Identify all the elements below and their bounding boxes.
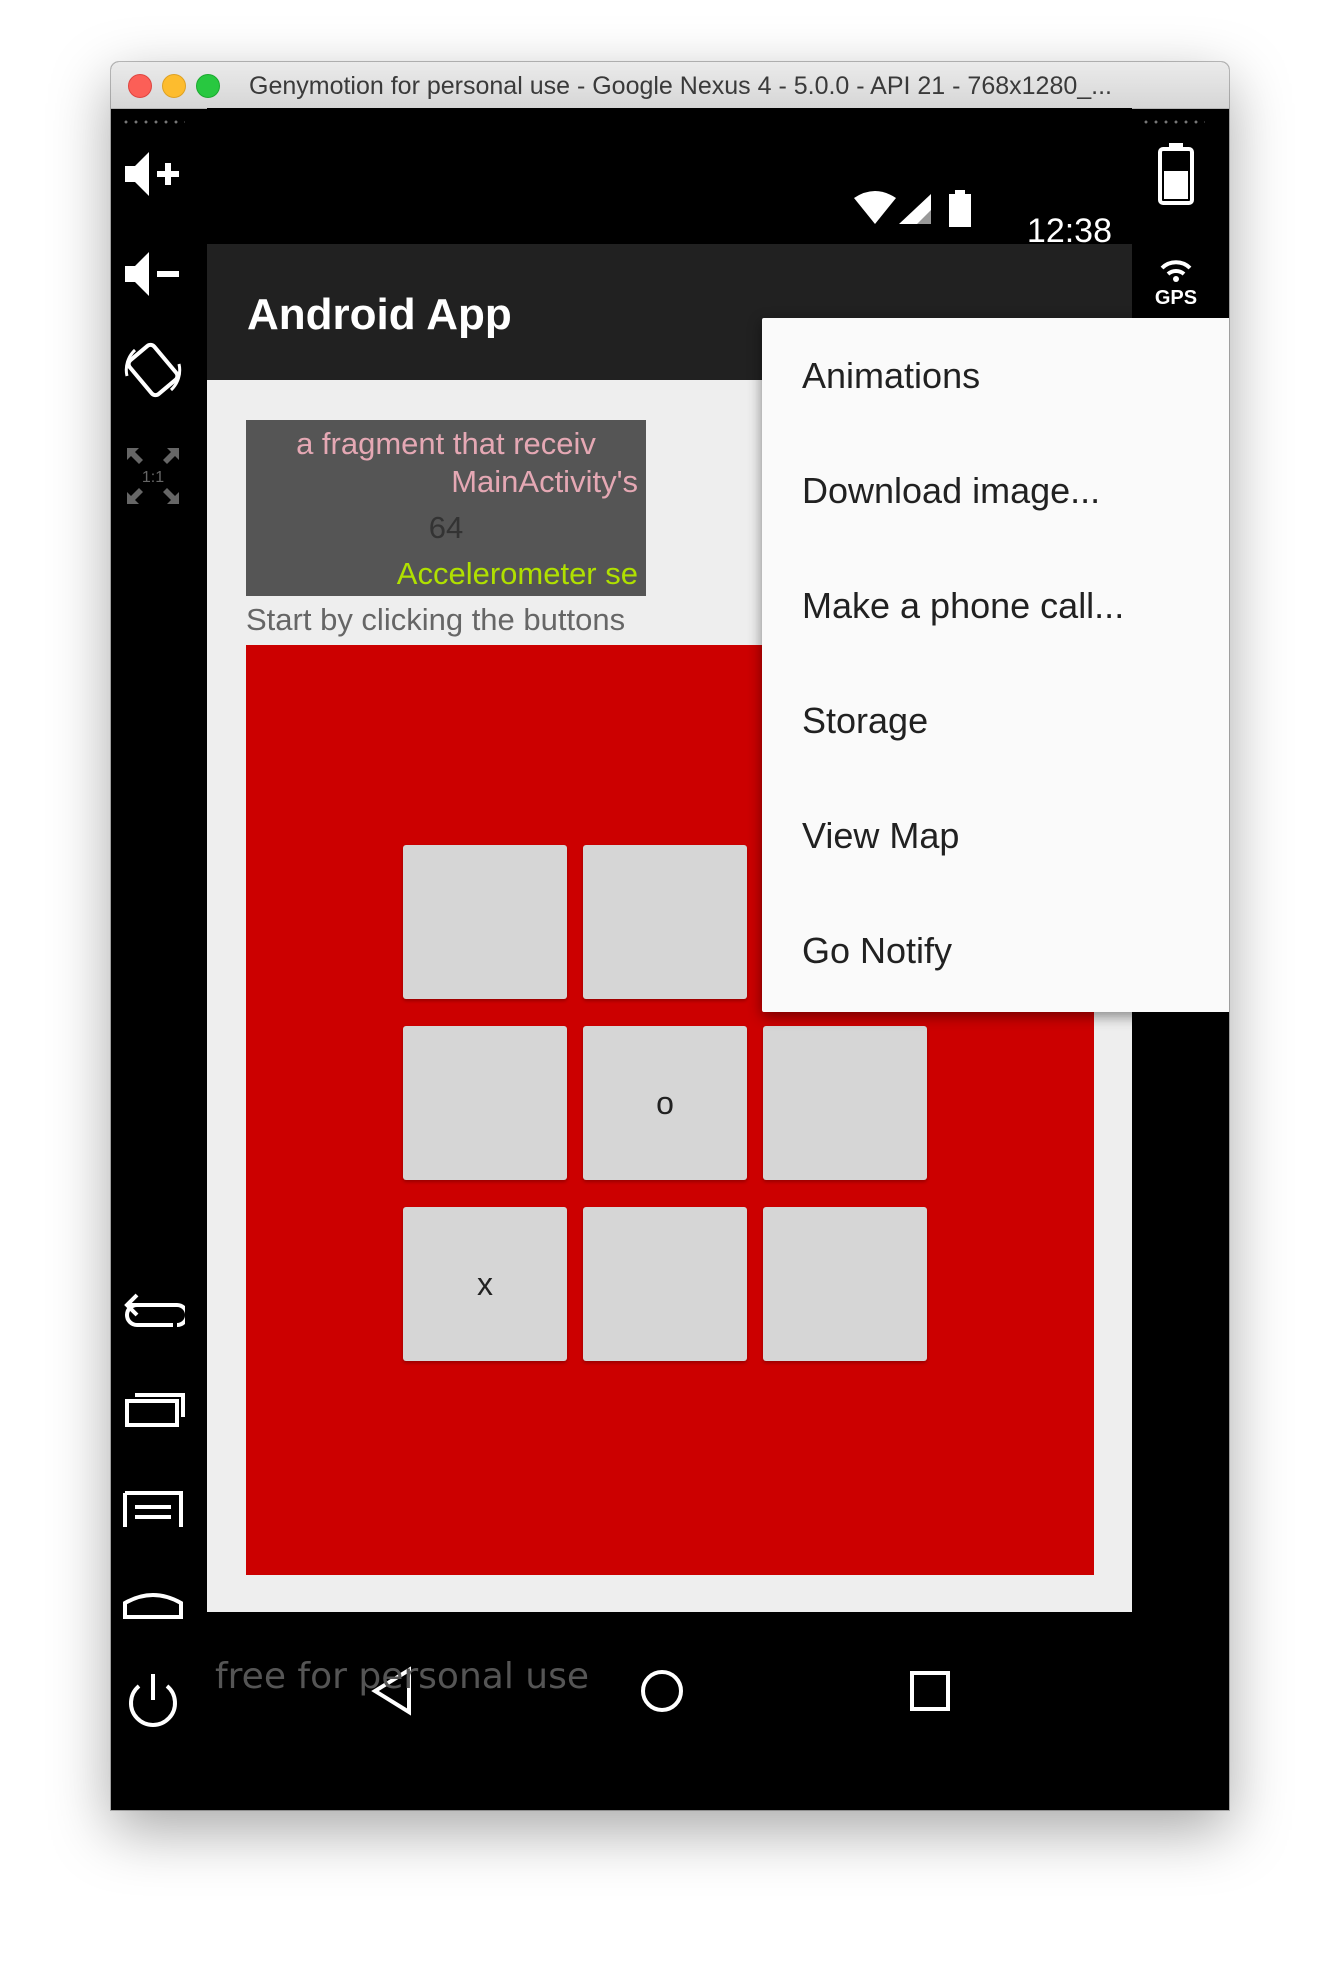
gps-icon[interactable]: GPS (1141, 248, 1211, 312)
overflow-menu: Animations Download image... Make a phon… (762, 318, 1229, 1012)
menu-item-go-notify[interactable]: Go Notify (762, 893, 1229, 1008)
app-title: Android App (247, 290, 512, 339)
menu-item-animations[interactable]: Animations (762, 318, 1229, 433)
board-cell[interactable] (763, 1207, 927, 1361)
recent-apps-icon[interactable] (121, 1380, 185, 1436)
nav-recents-icon[interactable] (907, 1668, 953, 1714)
home-icon[interactable] (121, 1576, 185, 1626)
menu-item-download-image[interactable]: Download image... (762, 433, 1229, 548)
minimize-window-button[interactable] (162, 74, 186, 98)
rotate-icon[interactable] (121, 338, 185, 402)
toolbar-grip (121, 120, 185, 124)
board-cell[interactable] (583, 845, 747, 999)
board-cell[interactable] (763, 1026, 927, 1180)
close-window-button[interactable] (128, 74, 152, 98)
status-battery-icon (949, 190, 971, 227)
board-cell[interactable] (583, 1207, 747, 1361)
svg-text:1:1: 1:1 (142, 469, 164, 486)
volume-up-icon[interactable] (121, 142, 185, 206)
menu-item-storage[interactable]: Storage (762, 663, 1229, 778)
menu-item-view-map[interactable]: View Map (762, 778, 1229, 893)
svg-text:GPS: GPS (1155, 287, 1197, 309)
back-icon[interactable] (121, 1282, 185, 1338)
status-bar (207, 108, 1132, 244)
board-cell[interactable]: o (583, 1026, 747, 1180)
board-cell[interactable] (403, 845, 567, 999)
instructions-text: Start by clicking the buttons (246, 602, 626, 637)
emulator-window: Genymotion for personal use - Google Nex… (111, 62, 1229, 1810)
menu-icon[interactable] (121, 1478, 185, 1534)
wifi-icon (854, 191, 896, 224)
pixel-perfect-icon[interactable]: 1:1 (121, 442, 185, 510)
fragment-text-line2: MainActivity's (451, 464, 638, 499)
board-cell[interactable]: x (403, 1207, 567, 1361)
toolbar-grip (1141, 120, 1205, 124)
info-fragment: a fragment that receiv MainActivity's 64… (246, 420, 646, 596)
nav-home-icon[interactable] (637, 1666, 687, 1716)
power-icon[interactable] (121, 1666, 185, 1734)
board-cell[interactable] (403, 1026, 567, 1180)
menu-item-phone-call[interactable]: Make a phone call... (762, 548, 1229, 663)
fragment-text-line1: a fragment that receiv (296, 426, 596, 461)
volume-down-icon[interactable] (121, 242, 185, 306)
accelerometer-label: Accelerometer se (396, 556, 638, 591)
signal-icon (899, 194, 931, 224)
watermark: free for personal use (215, 1656, 589, 1697)
battery-icon[interactable] (1141, 138, 1211, 210)
fragment-number: 64 (428, 510, 464, 545)
